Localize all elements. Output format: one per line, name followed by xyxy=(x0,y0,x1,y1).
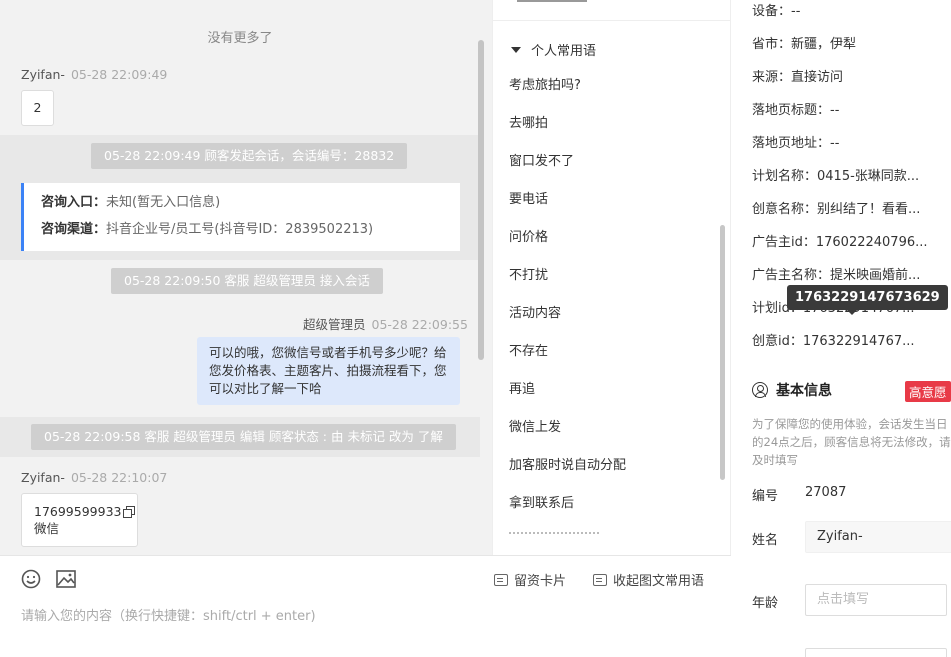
intent-badge[interactable]: 高意愿 xyxy=(905,381,951,402)
info-plan-name: 计划名称：0415-张琳同款... xyxy=(752,169,920,184)
collapse-phrases-button[interactable]: 收起图文常用语 xyxy=(593,570,704,589)
info-source: 来源：直接访问 xyxy=(752,70,844,85)
name-label: 姓名 xyxy=(752,533,779,548)
phrases-icon xyxy=(593,573,607,586)
phrase-group-header[interactable]: 个人常用语 xyxy=(511,40,596,59)
phrase-item[interactable]: 考虑旅拍吗? xyxy=(509,74,581,93)
image-icon[interactable] xyxy=(55,568,77,590)
age-field[interactable]: 点击填写 xyxy=(805,584,947,616)
message-time: 05-28 22:10:07 xyxy=(70,470,168,485)
info-landing-title: 落地页标题：-- xyxy=(752,103,840,118)
phrase-item[interactable]: 要电话 xyxy=(509,188,548,207)
copy-icon[interactable] xyxy=(123,505,136,518)
message-sender: Zyifan- 05-28 22:10:07 xyxy=(21,470,167,485)
consult-info-card: 咨询入口：未知(暂无入口信息) 咨询渠道：抖音企业号/员工号(抖音号ID：283… xyxy=(21,183,460,251)
customer-message: 2 xyxy=(21,90,54,126)
lead-card-button[interactable]: 留资卡片 xyxy=(494,570,566,589)
info-creative-id[interactable]: 创意id：176322914767... xyxy=(752,330,915,349)
basic-info-header: 基本信息 xyxy=(752,380,832,400)
emoji-icon[interactable] xyxy=(20,568,42,590)
info-device: 设备：-- xyxy=(752,4,801,19)
customer-message: 17699599933 微信 xyxy=(21,493,138,547)
info-region: 省市：新疆，伊犁 xyxy=(752,37,857,52)
age-label: 年龄 xyxy=(752,596,779,611)
cut-off-item xyxy=(517,0,587,2)
phrase-item[interactable]: 窗口发不了 xyxy=(509,150,574,169)
sender-name: Zyifan- xyxy=(21,67,65,82)
edit-notice: 为了保障您的使用体验，会话发生当日的24点之后，顾客信息将无法修改，请及时填写 xyxy=(752,417,951,467)
quick-phrases-panel: 个人常用语 考虑旅拍吗? 去哪拍 窗口发不了 要电话 问价格 不打扰 活动内容 … xyxy=(492,0,731,555)
agent-message: 可以的哦，您微信号或者手机号多少呢？给您发价格表、主题客片、拍摄流程看下，您可以… xyxy=(197,337,460,405)
message-time: 05-28 22:09:55 xyxy=(371,317,468,332)
system-message: 05-28 22:09:49 顾客发起会话，会话编号：28832 xyxy=(91,143,408,169)
phone-type: 微信 xyxy=(34,521,60,536)
message-sender: 超级管理员 05-28 22:09:55 xyxy=(303,314,468,333)
basic-info-title: 基本信息 xyxy=(776,383,832,399)
message-input-area: 留资卡片 收起图文常用语 请输入您的内容（换行快捷键：shift/ctrl + … xyxy=(0,555,731,657)
name-field[interactable]: Zyifan- xyxy=(805,521,951,553)
info-advertiser-id: 广告主id：176022240796... xyxy=(752,235,928,250)
message-time: 05-28 22:09:49 xyxy=(70,67,168,82)
info-creative-name: 创意名称：别纠结了！看看... xyxy=(752,202,921,217)
info-landing-url: 落地页地址：-- xyxy=(752,136,840,151)
system-message: 05-28 22:09:58 客服 超级管理员 编辑 顾客状态 : 由 未标记 … xyxy=(31,424,456,450)
entry-value: 未知(暂无入口信息) xyxy=(106,195,221,210)
phrase-group-title: 个人常用语 xyxy=(531,44,597,59)
collapse-phrases-label: 收起图文常用语 xyxy=(613,574,705,589)
lead-card-label: 留资卡片 xyxy=(514,574,567,589)
phrase-item[interactable]: 拿到联系后 xyxy=(509,492,574,511)
user-icon xyxy=(752,382,768,398)
info-advertiser-name: 广告主名称：提米映画婚前... xyxy=(752,268,921,283)
phrase-item[interactable]: 不存在 xyxy=(509,340,548,359)
divider xyxy=(493,20,730,21)
phrase-item[interactable]: 去哪拍 xyxy=(509,112,548,131)
phrase-item[interactable]: 再追 xyxy=(509,378,535,397)
customer-info-panel: 设备：-- 省市：新疆，伊犁 来源：直接访问 落地页标题：-- 落地页地址：--… xyxy=(731,0,951,657)
channel-value: 抖音企业号/员工号(抖音号ID：2839502213) xyxy=(106,222,374,237)
id-tooltip: 1763229147673629 xyxy=(787,285,948,315)
no-more-label: 没有更多了 xyxy=(207,31,273,46)
message-input[interactable]: 请输入您的内容（换行快捷键：shift/ctrl + enter) xyxy=(21,605,316,624)
channel-label: 咨询渠道： xyxy=(41,222,107,237)
sender-name: Zyifan- xyxy=(21,470,65,485)
card-icon xyxy=(494,573,508,586)
phrase-item[interactable]: 活动内容 xyxy=(509,302,561,321)
phone-number[interactable]: 17699599933 xyxy=(34,503,121,520)
number-label: 编号 xyxy=(752,489,779,504)
number-value: 27087 xyxy=(805,485,847,500)
entry-label: 咨询入口： xyxy=(41,195,107,210)
next-field[interactable] xyxy=(805,648,947,657)
phrase-item[interactable]: 微信上发 xyxy=(509,416,561,435)
phrase-item[interactable]: 不打扰 xyxy=(509,264,548,283)
phrases-scrollbar[interactable] xyxy=(720,225,725,480)
message-sender: Zyifan- 05-28 22:09:49 xyxy=(21,67,167,82)
phrase-item[interactable]: 问价格 xyxy=(509,226,548,245)
phrase-item[interactable]: 加客服时说自动分配 xyxy=(509,454,626,473)
chat-panel: 没有更多了 Zyifan- 05-28 22:09:49 2 05-28 22:0… xyxy=(0,0,492,555)
cut-off-item xyxy=(509,532,599,540)
caret-down-icon xyxy=(511,46,521,53)
system-message: 05-28 22:09:50 客服 超级管理员 接入会话 xyxy=(111,268,383,294)
sender-name: 超级管理员 xyxy=(303,317,366,332)
